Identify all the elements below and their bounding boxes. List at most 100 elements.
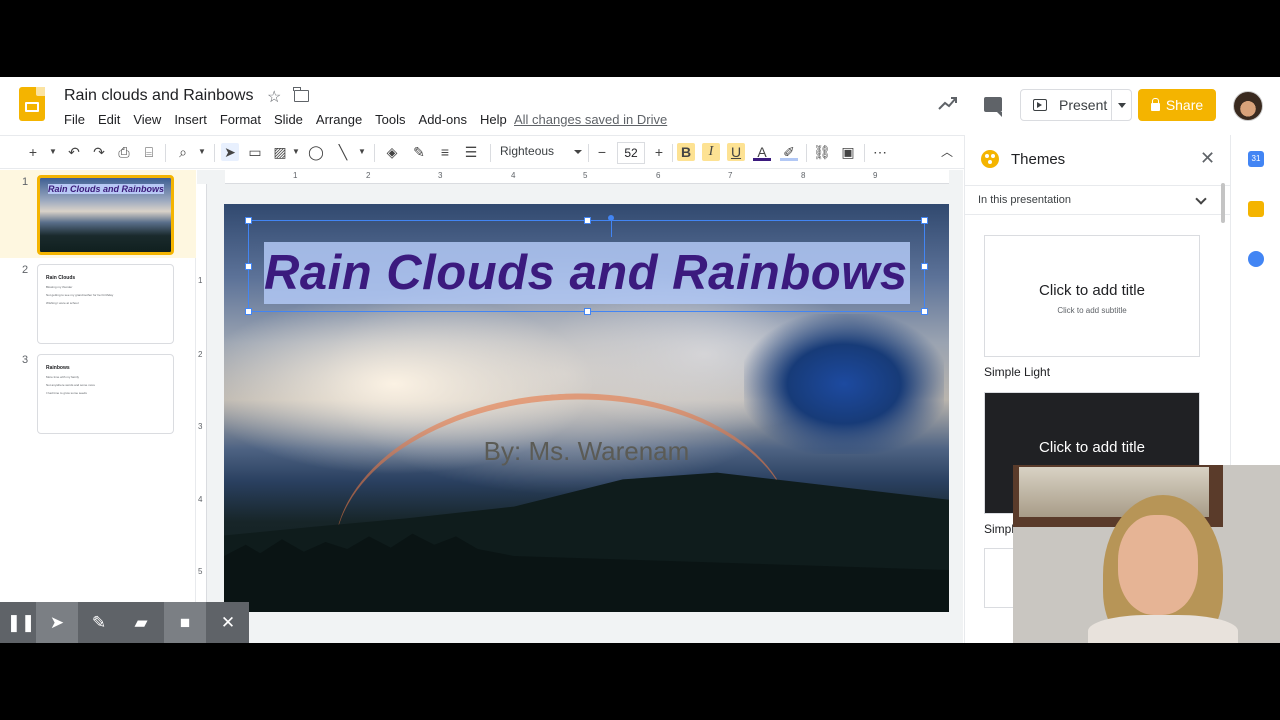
bold-icon[interactable]: B <box>677 143 695 161</box>
border-weight-icon[interactable]: ≡ <box>436 143 454 161</box>
text-color-icon[interactable]: A <box>753 143 771 161</box>
menu-edit[interactable]: Edit <box>98 112 120 127</box>
webcam-overlay[interactable] <box>1013 465 1280 643</box>
paint-format-icon[interactable]: ⌸ <box>140 143 158 161</box>
resize-handle[interactable] <box>584 308 591 315</box>
theme-name: Simple Light <box>984 365 1051 379</box>
theme-source-dropdown[interactable]: In this presentation <box>965 185 1230 215</box>
present-dropdown-button[interactable] <box>1111 90 1132 120</box>
title-textbox-selection[interactable] <box>245 215 928 315</box>
ruler-label: 1 <box>293 171 298 180</box>
undo-icon[interactable]: ↶ <box>65 143 83 161</box>
resize-handle[interactable] <box>245 263 252 270</box>
vertical-ruler[interactable]: 1 2 3 4 5 <box>197 184 207 643</box>
filmstrip-slide-2[interactable]: 2 Rain Clouds Blowing my thunder Not get… <box>0 258 196 348</box>
zoom-icon[interactable]: ⌕ <box>174 143 192 161</box>
slide-filmstrip: 1 Rain Clouds and Rainbows 2 Rain Clouds… <box>0 170 196 643</box>
rotate-handle[interactable] <box>608 215 614 221</box>
underline-icon[interactable]: U <box>727 143 745 161</box>
resize-handle[interactable] <box>584 217 591 224</box>
border-dash-icon[interactable]: ☰ <box>462 143 480 161</box>
ruler-label: 3 <box>438 171 443 180</box>
line-icon[interactable]: ╲ <box>334 143 352 161</box>
current-slide[interactable]: Rain Clouds and Rainbows By: Ms. Warenam <box>224 204 949 612</box>
filmstrip-slide-1[interactable]: 1 Rain Clouds and Rainbows <box>0 170 196 258</box>
resize-handle[interactable] <box>245 217 252 224</box>
new-slide-icon[interactable]: + <box>24 143 42 161</box>
redo-icon[interactable]: ↷ <box>90 143 108 161</box>
menu-view[interactable]: View <box>133 112 161 127</box>
menu-addons[interactable]: Add-ons <box>419 112 467 127</box>
pen-icon[interactable]: ✎ <box>78 602 120 643</box>
highlight-color-icon[interactable]: ✐ <box>780 143 798 161</box>
document-title[interactable]: Rain clouds and Rainbows <box>64 87 253 105</box>
comment-icon[interactable] <box>984 97 1002 117</box>
ruler-label: 7 <box>728 171 733 180</box>
menu-tools[interactable]: Tools <box>375 112 405 127</box>
resize-handle[interactable] <box>921 217 928 224</box>
resize-handle[interactable] <box>245 308 252 315</box>
menu-format[interactable]: Format <box>220 112 261 127</box>
increase-font-size-icon[interactable]: + <box>650 143 668 161</box>
account-avatar[interactable] <box>1233 91 1263 121</box>
slide-thumbnail[interactable]: Rain Clouds and Rainbows <box>37 175 174 255</box>
ruler-label: 2 <box>366 171 371 180</box>
keep-icon[interactable] <box>1248 201 1264 217</box>
ruler-label: 4 <box>198 495 203 504</box>
app-header: Rain clouds and Rainbows ☆ File Edit Vie… <box>0 77 1280 135</box>
themes-panel-title: Themes <box>1011 151 1066 168</box>
image-dropdown-icon[interactable]: ▼ <box>287 143 305 161</box>
slide-thumbnail[interactable]: Rain Clouds Blowing my thunder Not getti… <box>37 264 174 344</box>
menu-help[interactable]: Help <box>480 112 507 127</box>
theme-card-simple-light[interactable]: Click to add title Click to add subtitle <box>984 235 1200 357</box>
fill-color-icon[interactable]: ◈ <box>383 143 401 161</box>
slide-thumbnail[interactable]: Rainbows More time with my family Not an… <box>37 354 174 434</box>
decrease-font-size-icon[interactable]: − <box>593 143 611 161</box>
new-slide-layout-dropdown-icon[interactable]: ▼ <box>44 143 62 161</box>
insert-link-icon[interactable]: ⛓ <box>813 143 831 161</box>
slide-subtitle-text[interactable]: By: Ms. Warenam <box>224 436 949 467</box>
zoom-dropdown-icon[interactable]: ▼ <box>193 143 211 161</box>
move-folder-icon[interactable] <box>293 87 309 102</box>
menu-slide[interactable]: Slide <box>274 112 303 127</box>
ruler-label: 8 <box>801 171 806 180</box>
chevron-down-icon <box>1195 193 1207 205</box>
theme-preview-title: Click to add title <box>1039 439 1145 456</box>
border-color-icon[interactable]: ✎ <box>410 143 428 161</box>
share-button[interactable]: Share <box>1138 89 1216 121</box>
more-options-icon[interactable]: ⋯ <box>871 143 889 161</box>
star-icon[interactable]: ☆ <box>267 87 281 107</box>
menu-arrange[interactable]: Arrange <box>316 112 362 127</box>
resize-handle[interactable] <box>921 263 928 270</box>
font-family-select[interactable]: Righteous <box>500 144 584 158</box>
select-cursor-icon[interactable]: ➤ <box>221 143 239 161</box>
menu-insert[interactable]: Insert <box>174 112 207 127</box>
italic-icon[interactable]: I <box>702 143 720 161</box>
shape-icon[interactable]: ◯ <box>307 143 325 161</box>
webcam-icon[interactable]: ■ <box>164 602 206 643</box>
calendar-icon[interactable]: 31 <box>1248 151 1264 167</box>
font-size-input[interactable]: 52 <box>617 142 645 164</box>
pointer-icon[interactable]: ➤ <box>36 602 78 643</box>
slide-canvas-area: 1 2 3 4 5 6 7 8 9 1 2 3 4 5 Rain Clouds … <box>197 170 963 643</box>
activity-trend-icon[interactable] <box>938 95 958 111</box>
ruler-label: 6 <box>656 171 661 180</box>
menu-file[interactable]: File <box>64 112 85 127</box>
line-dropdown-icon[interactable]: ▼ <box>353 143 371 161</box>
themes-scrollbar[interactable] <box>1221 183 1225 223</box>
print-icon[interactable]: ⎙ <box>115 143 133 161</box>
present-button[interactable]: Present <box>1021 90 1111 120</box>
add-comment-icon[interactable]: ▣ <box>839 143 857 161</box>
horizontal-ruler[interactable]: 1 2 3 4 5 6 7 8 9 <box>225 170 949 184</box>
collapse-toolbar-icon[interactable]: ︿ <box>938 143 956 161</box>
filmstrip-slide-3[interactable]: 3 Rainbows More time with my family Not … <box>0 348 196 438</box>
close-icon[interactable]: ✕ <box>1200 148 1215 169</box>
close-recorder-icon[interactable]: ✕ <box>207 602 249 643</box>
highlighter-icon[interactable]: ▰ <box>120 602 162 643</box>
ruler-label: 1 <box>198 276 203 285</box>
slides-logo-icon[interactable] <box>19 87 45 121</box>
resize-handle[interactable] <box>921 308 928 315</box>
text-box-icon[interactable]: ▭ <box>246 143 264 161</box>
tasks-icon[interactable] <box>1248 251 1264 267</box>
save-status[interactable]: All changes saved in Drive <box>514 112 667 127</box>
